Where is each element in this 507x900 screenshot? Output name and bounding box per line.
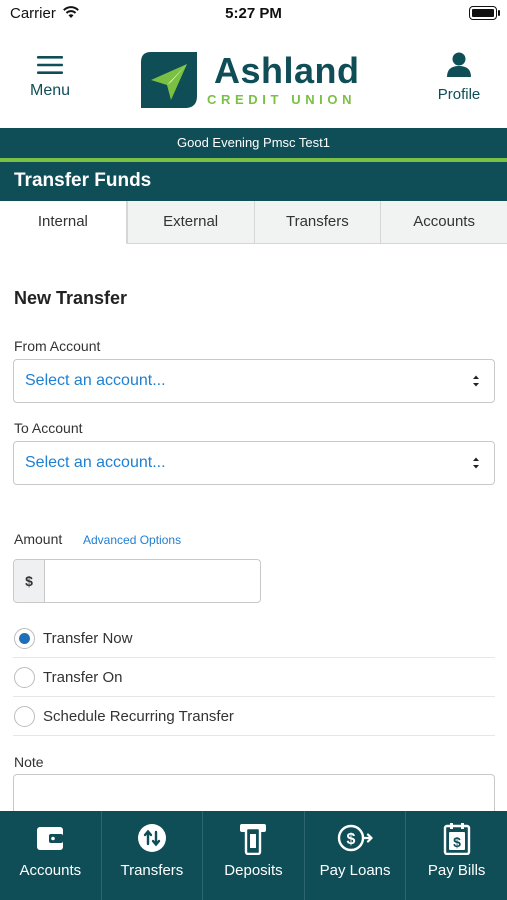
advanced-options-link[interactable]: Advanced Options — [83, 533, 181, 547]
bill-dollar-icon: $ — [443, 823, 470, 855]
tab-external[interactable]: External — [126, 201, 254, 243]
app-header: Menu Ashland CREDIT UNION Profile — [0, 30, 507, 128]
amount-input-group: $ — [13, 559, 261, 603]
section-title: New Transfer — [14, 288, 128, 308]
page-title: Transfer Funds — [14, 170, 152, 191]
nav-label: Pay Bills — [427, 862, 486, 879]
note-label: Note — [14, 754, 44, 770]
brand-subtitle: CREDIT UNION — [207, 92, 357, 107]
to-account-label: To Account — [14, 420, 83, 436]
bottom-nav: Accounts Transfers Deposits $ Pay Loans — [0, 811, 507, 900]
radio-button[interactable] — [14, 667, 35, 688]
amount-input[interactable] — [45, 560, 260, 602]
radio-transfer-on[interactable]: Transfer On — [13, 658, 495, 697]
brand-logo[interactable]: Ashland CREDIT UNION — [141, 50, 371, 110]
to-account-value: Select an account... — [25, 454, 166, 471]
nav-label: Accounts — [19, 862, 82, 879]
battery-icon — [469, 6, 497, 20]
from-account-select[interactable]: Select an account... — [13, 359, 495, 403]
to-account-select[interactable]: Select an account... — [13, 441, 495, 485]
nav-label: Transfers — [120, 862, 184, 879]
transfer-tabs: Internal External Transfers Accounts — [0, 201, 507, 244]
radio-schedule-recurring[interactable]: Schedule Recurring Transfer — [13, 697, 495, 736]
nav-pay-loans[interactable]: $ Pay Loans — [303, 811, 406, 900]
radio-button-checked[interactable] — [14, 628, 35, 649]
from-account-value: Select an account... — [25, 372, 166, 389]
status-bar: Carrier 5:27 PM — [0, 0, 507, 30]
profile-label: Profile — [437, 86, 481, 103]
radio-button[interactable] — [14, 706, 35, 727]
logo-mark-icon — [141, 52, 197, 108]
nav-transfers[interactable]: Transfers — [100, 811, 203, 900]
currency-prefix: $ — [14, 560, 45, 602]
radio-label: Schedule Recurring Transfer — [43, 708, 234, 725]
greeting-text: Good Evening Pmsc Test1 — [177, 135, 330, 150]
tab-transfers[interactable]: Transfers — [253, 201, 381, 243]
select-caret-icon — [473, 375, 479, 387]
dollar-circle-arrow-icon: $ — [337, 824, 374, 852]
amount-label: Amount — [14, 531, 63, 547]
nav-label: Deposits — [224, 862, 283, 879]
svg-text:$: $ — [347, 831, 356, 848]
nav-label: Pay Loans — [319, 862, 391, 879]
transfer-arrows-icon — [137, 824, 166, 852]
radio-label: Transfer Now — [43, 630, 133, 647]
page-title-bar: Transfer Funds — [0, 162, 507, 201]
radio-label: Transfer On — [43, 669, 123, 686]
menu-button[interactable]: Menu — [20, 55, 80, 100]
menu-label: Menu — [29, 82, 71, 99]
select-caret-icon — [473, 457, 479, 469]
from-account-label: From Account — [14, 338, 101, 354]
profile-button[interactable]: Profile — [429, 51, 489, 103]
user-icon — [447, 52, 471, 77]
greeting-banner: Good Evening Pmsc Test1 — [0, 128, 507, 158]
wallet-icon — [37, 827, 64, 850]
radio-transfer-now[interactable]: Transfer Now — [13, 619, 495, 658]
hamburger-icon — [37, 56, 63, 74]
nav-pay-bills[interactable]: $ Pay Bills — [405, 811, 507, 900]
nav-deposits[interactable]: Deposits — [202, 811, 304, 900]
deposit-check-icon — [240, 824, 267, 855]
svg-text:$: $ — [453, 834, 461, 850]
tab-internal[interactable]: Internal — [0, 201, 127, 244]
nav-accounts[interactable]: Accounts — [0, 811, 101, 900]
battery-tip — [498, 10, 500, 16]
clock: 5:27 PM — [225, 5, 282, 22]
brand-name: Ashland — [214, 50, 360, 91]
tab-accounts[interactable]: Accounts — [380, 201, 507, 243]
